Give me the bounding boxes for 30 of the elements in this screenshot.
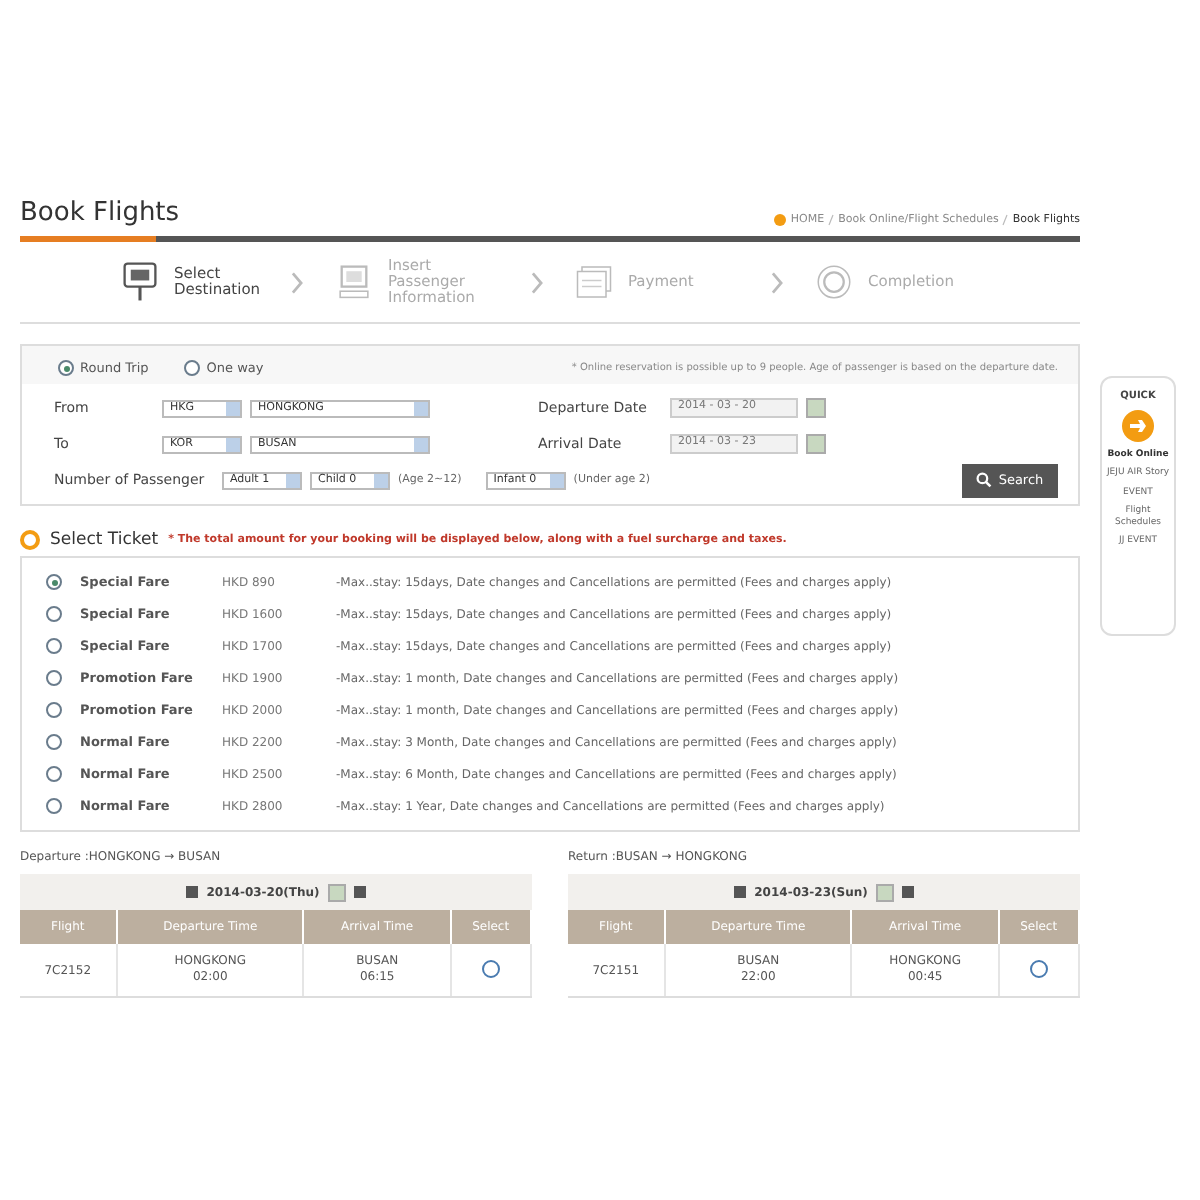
fare-radio[interactable] (46, 670, 62, 686)
card-icon (576, 262, 612, 302)
fare-radio[interactable] (46, 798, 62, 814)
bullet-icon (20, 530, 40, 550)
fare-radio[interactable] (46, 606, 62, 622)
section-title: Select Ticket (50, 530, 159, 550)
flight-radio[interactable] (1029, 959, 1048, 977)
fare-radio[interactable] (46, 766, 62, 782)
fare-radio[interactable] (46, 734, 62, 750)
chevron-icon (770, 271, 784, 293)
separator-icon (828, 214, 835, 226)
separator-icon (1002, 214, 1009, 226)
trip-type-radio[interactable] (184, 360, 201, 376)
flight-radio[interactable] (481, 959, 500, 977)
previous-date-button[interactable] (186, 886, 199, 898)
chevron-icon (530, 271, 544, 293)
monitor-icon (336, 262, 372, 302)
home-icon (774, 214, 787, 226)
fare-radio[interactable] (46, 702, 62, 718)
previous-date-button[interactable] (734, 886, 747, 898)
signpost-icon (122, 262, 158, 302)
next-date-button[interactable] (353, 886, 366, 898)
fare-radio[interactable] (46, 574, 62, 590)
page-title: Book Flights (20, 198, 180, 228)
seal-icon (816, 262, 852, 302)
next-date-button[interactable] (901, 886, 914, 898)
search-icon (976, 472, 993, 488)
trip-type-radio[interactable] (58, 360, 74, 376)
chevron-icon (290, 271, 304, 293)
fare-radio[interactable] (46, 638, 62, 654)
